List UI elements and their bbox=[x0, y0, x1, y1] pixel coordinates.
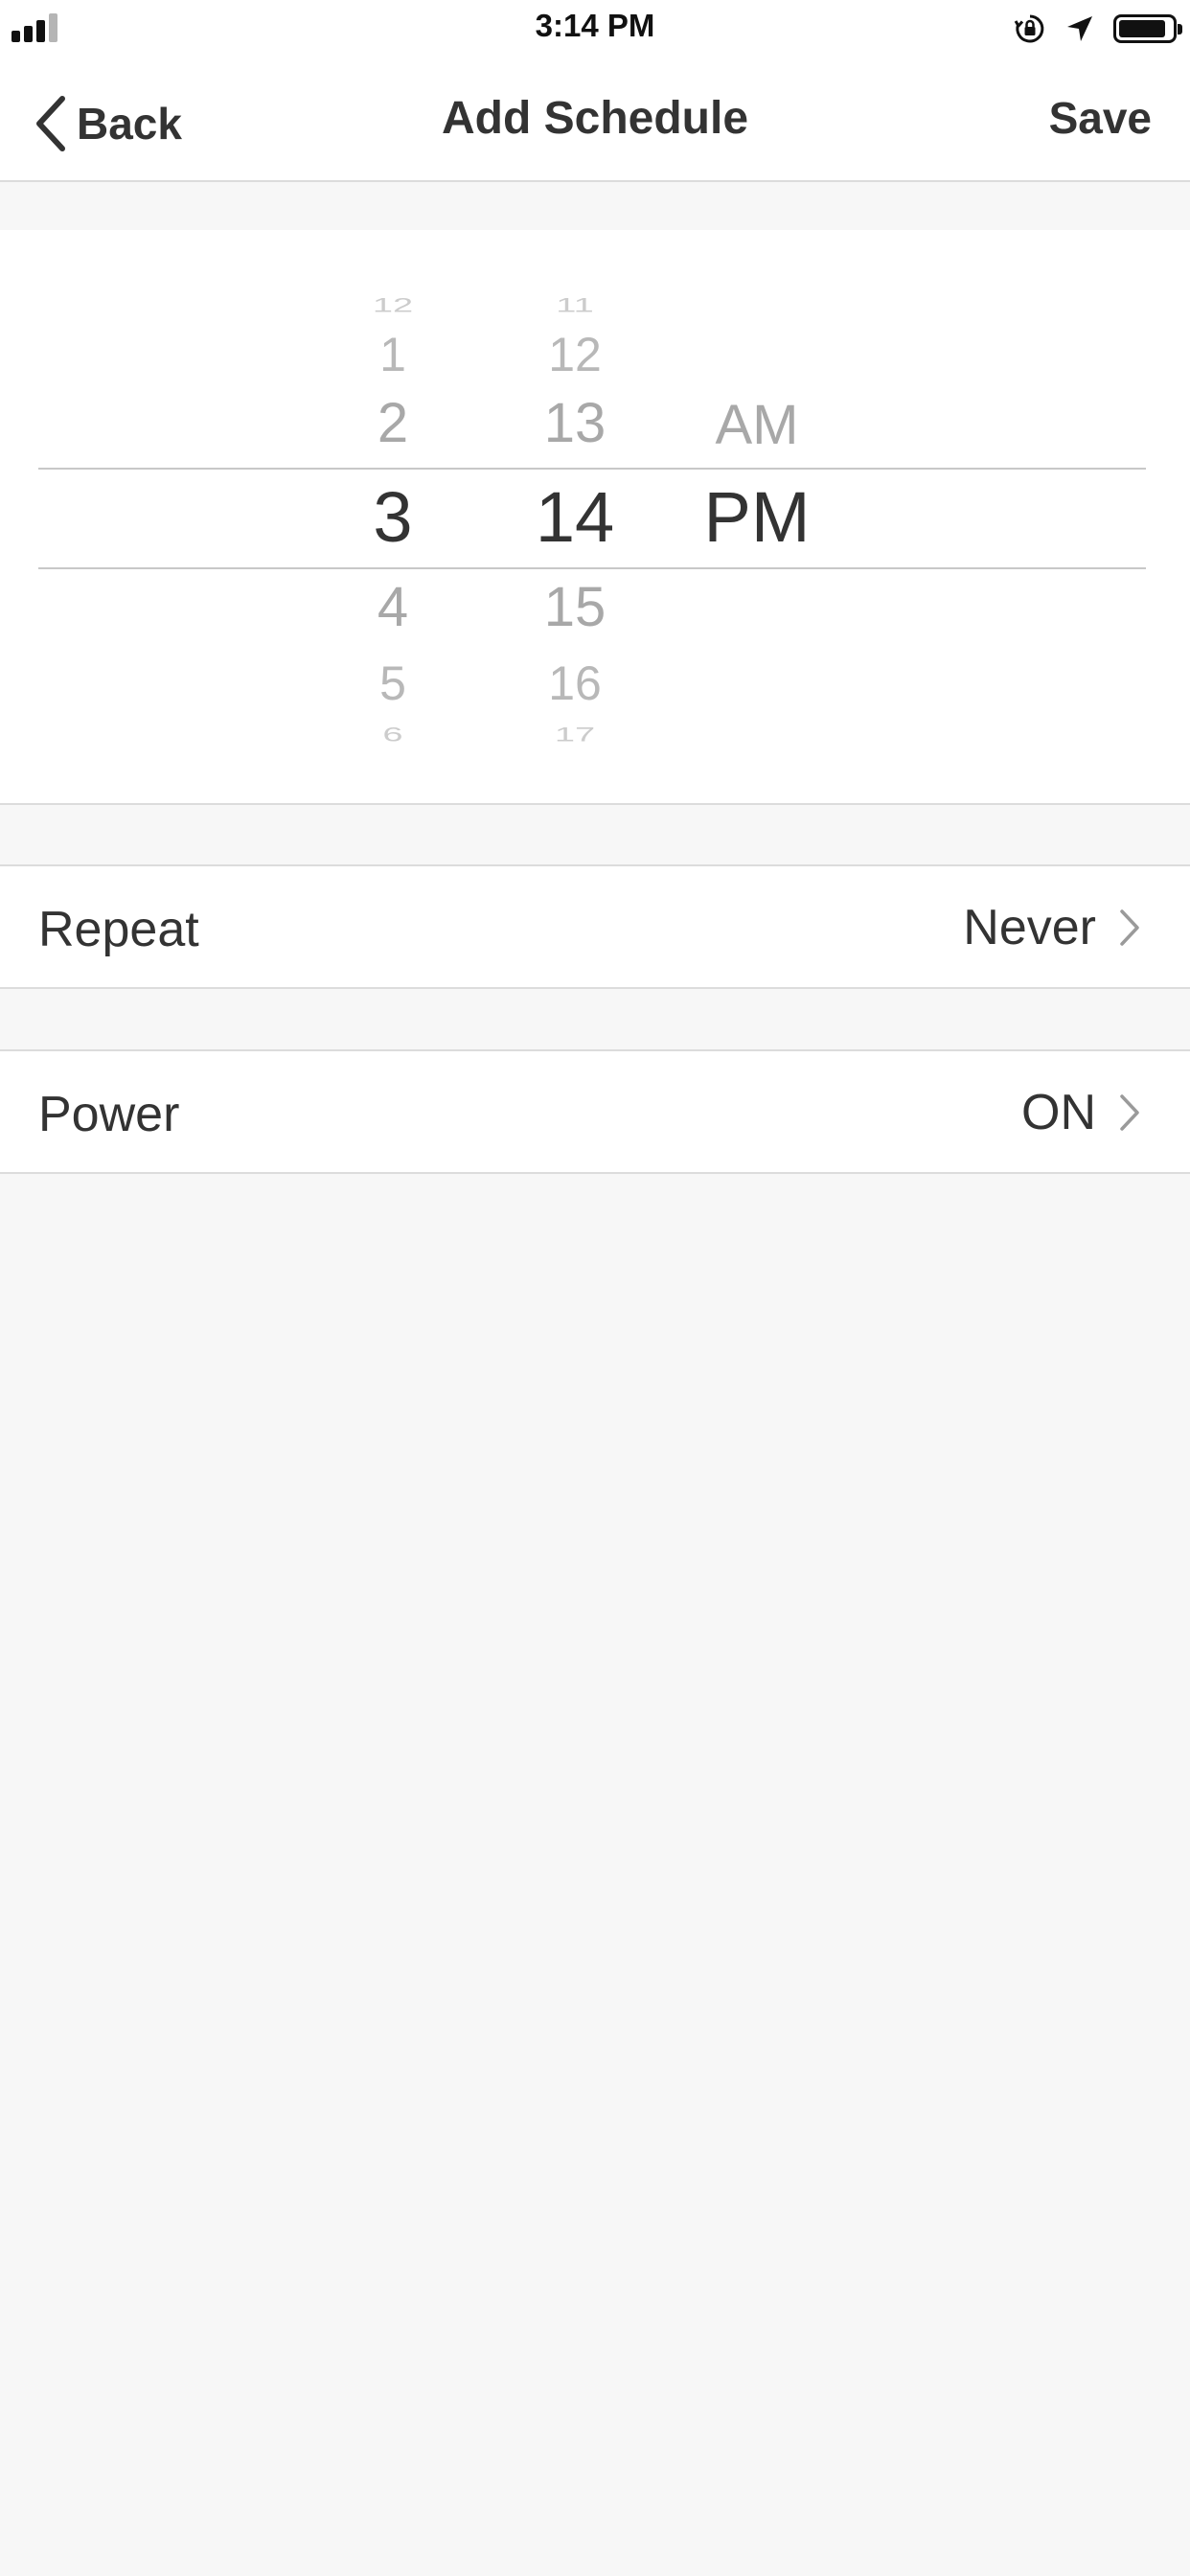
picker-option[interactable]: 16 bbox=[508, 659, 642, 707]
orientation-lock-icon bbox=[1014, 14, 1044, 43]
picker-option[interactable]: 15 bbox=[508, 580, 642, 635]
picker-option[interactable]: AM bbox=[690, 398, 824, 453]
power-value: ON bbox=[1021, 1085, 1096, 1140]
status-time: 3:14 PM bbox=[535, 8, 655, 43]
picker-option[interactable]: 17 bbox=[508, 725, 642, 746]
picker-selected-period[interactable]: PM bbox=[690, 482, 824, 553]
save-button[interactable]: Save bbox=[1049, 92, 1152, 144]
power-row[interactable]: Power ON bbox=[0, 1049, 1190, 1174]
back-button[interactable]: Back bbox=[34, 90, 182, 157]
power-value-group: ON bbox=[1021, 1084, 1140, 1141]
chevron-right-icon bbox=[1120, 1094, 1139, 1131]
status-bar: 3:14 PM bbox=[0, 0, 1190, 63]
minute-wheel[interactable]: 11 12 13 14 15 16 17 bbox=[508, 230, 642, 803]
picker-option[interactable]: 1 bbox=[326, 331, 460, 379]
repeat-value-group: Never bbox=[963, 899, 1140, 956]
picker-option[interactable]: 4 bbox=[326, 580, 460, 635]
picker-option[interactable]: 12 bbox=[508, 331, 642, 379]
chevron-right-icon bbox=[1120, 909, 1139, 946]
back-label: Back bbox=[77, 99, 182, 149]
battery-icon bbox=[1113, 14, 1182, 43]
picker-option[interactable]: 5 bbox=[326, 659, 460, 707]
picker-option[interactable]: 13 bbox=[508, 396, 642, 451]
repeat-row[interactable]: Repeat Never bbox=[0, 864, 1190, 989]
picker-option[interactable]: 11 bbox=[508, 296, 642, 316]
picker-selected-minute[interactable]: 14 bbox=[508, 482, 642, 553]
picker-option[interactable]: 2 bbox=[326, 396, 460, 451]
period-wheel[interactable]: AM PM bbox=[690, 230, 824, 803]
chevron-left-icon bbox=[36, 96, 65, 151]
picker-option[interactable]: 6 bbox=[326, 725, 460, 746]
repeat-value: Never bbox=[963, 900, 1096, 955]
power-label: Power bbox=[38, 1087, 180, 1142]
status-icons bbox=[1014, 12, 1182, 46]
picker-option[interactable]: 12 bbox=[326, 296, 460, 316]
picker-selected-hour[interactable]: 3 bbox=[326, 482, 460, 553]
time-picker: 12 1 2 3 4 5 6 11 12 13 14 15 16 17 AM P… bbox=[0, 230, 1190, 805]
nav-bar: Back Add Schedule Save bbox=[0, 63, 1190, 182]
repeat-label: Repeat bbox=[38, 902, 199, 957]
location-arrow-icon bbox=[1067, 16, 1092, 41]
hour-wheel[interactable]: 12 1 2 3 4 5 6 bbox=[326, 230, 460, 803]
